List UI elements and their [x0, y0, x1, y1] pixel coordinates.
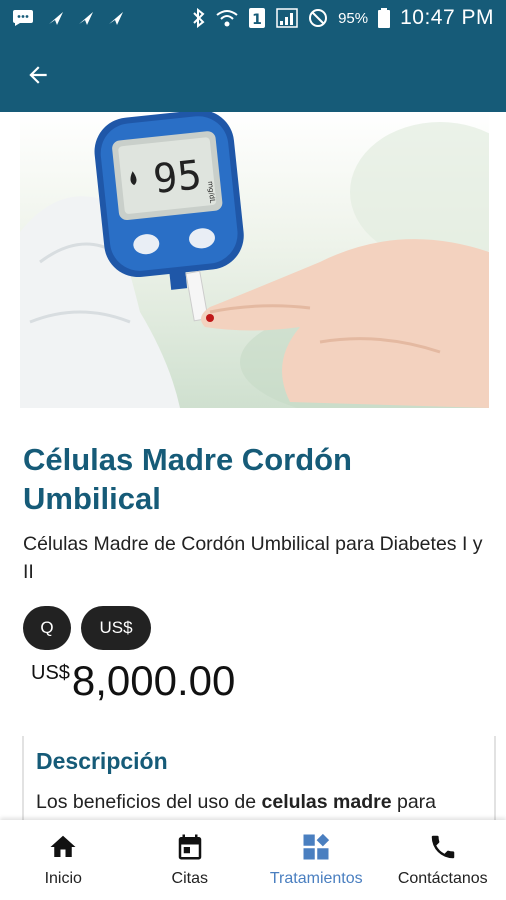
currency-chip-usd[interactable]: US$ — [81, 606, 151, 650]
arrow-back-icon — [29, 66, 47, 84]
battery-percent: 95% — [338, 9, 369, 27]
do-not-disturb-icon — [309, 9, 328, 27]
product-subtitle: Células Madre de Cordón Umbilical para D… — [23, 533, 483, 583]
nav-label-contactanos: Contáctanos — [397, 870, 488, 887]
product-image: 95 mg/dL — [20, 112, 489, 408]
send-icon — [79, 12, 93, 25]
nav-label-tratamientos: Tratamientos — [269, 870, 363, 887]
description-text: Los beneficios del uso de celulas madre … — [36, 788, 491, 816]
description-heading: Descripción — [36, 748, 168, 774]
description-text-end: para — [391, 791, 437, 813]
send-icon — [109, 12, 123, 25]
glucose-test-illustration: 95 mg/dL — [20, 112, 489, 408]
status-bar: 1 95% 10:47 PM — [0, 0, 506, 36]
nav-item-inicio[interactable]: Inicio — [0, 820, 127, 900]
currency-chip-q[interactable]: Q — [23, 606, 71, 650]
back-button[interactable] — [18, 58, 58, 92]
nav-item-citas[interactable]: Citas — [127, 820, 254, 900]
nav-item-tratamientos[interactable]: Tratamientos — [253, 820, 380, 900]
app-bar — [0, 36, 506, 112]
price-value: 8,000.00 — [71, 657, 236, 704]
calendar-icon — [178, 834, 201, 860]
battery-icon — [378, 8, 391, 28]
wifi-icon — [216, 10, 238, 27]
nav-label-citas: Citas — [171, 870, 208, 887]
price: US$ 8,000.00 — [31, 656, 235, 706]
bluetooth-icon — [193, 8, 205, 28]
nav-item-contactanos[interactable]: Contáctanos — [380, 820, 506, 900]
system-icons: 1 95% 10:47 PM — [192, 6, 494, 30]
svg-text:1: 1 — [252, 12, 262, 28]
meter-reading: 95 — [151, 152, 204, 203]
sim-icon: 1 — [249, 8, 266, 28]
dashboard-icon — [303, 833, 330, 860]
clock: 10:47 PM — [400, 6, 494, 29]
send-icon — [49, 12, 63, 25]
phone-icon — [431, 835, 454, 859]
home-icon — [50, 835, 76, 857]
nav-label-inicio: Inicio — [44, 870, 82, 887]
bottom-nav: Inicio Citas Tratamientos Contáctanos — [0, 820, 506, 900]
currency-selector: Q US$ — [23, 606, 151, 650]
product-title: Células Madre Cordón Umbilical — [23, 442, 352, 516]
description-text-bold: celulas madre — [261, 791, 392, 813]
price-currency: US$ — [31, 662, 70, 684]
signal-icon — [276, 8, 298, 28]
description-text-start: Los beneficios del uso de — [36, 791, 262, 813]
notification-icons — [12, 9, 124, 27]
message-icon — [13, 10, 33, 26]
